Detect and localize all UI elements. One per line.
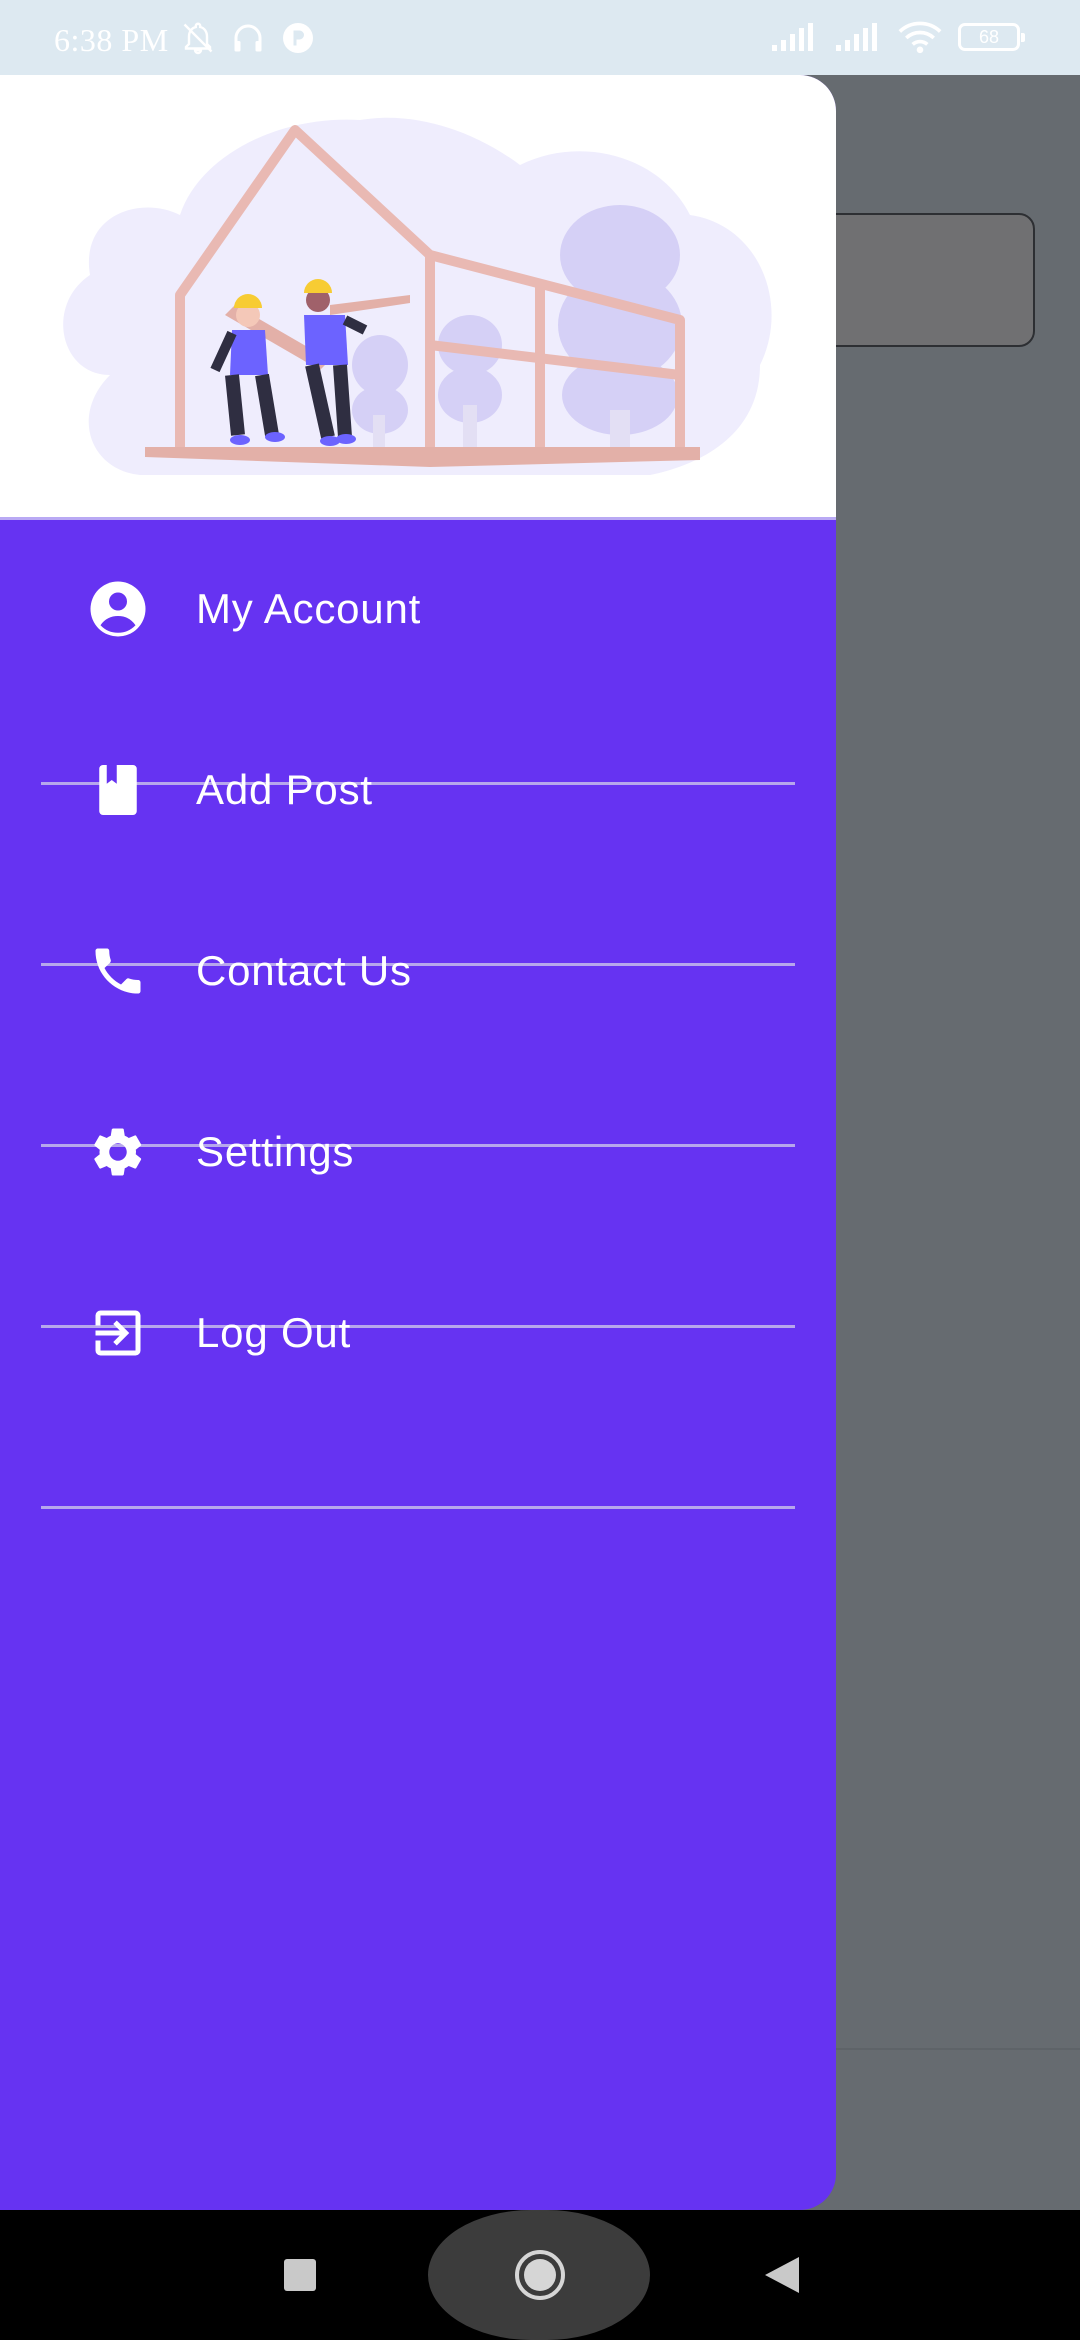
home-icon — [515, 2250, 565, 2300]
wifi-icon — [898, 21, 942, 54]
drawer-header — [0, 75, 836, 520]
drawer-item-log-out[interactable]: Log Out — [0, 1244, 836, 1422]
construction-illustration — [63, 117, 772, 475]
back-icon — [765, 2257, 799, 2293]
drawer-item-label: My Account — [196, 585, 422, 632]
status-time: 6:38 PM — [54, 22, 169, 58]
signal-icon — [772, 23, 813, 51]
navigation-drawer: My Account Add Post Contact Us Settings … — [0, 75, 836, 2210]
menu-divider — [41, 1506, 795, 1509]
book-icon — [88, 760, 148, 820]
account-circle-icon — [88, 579, 148, 639]
drawer-item-label: Log Out — [196, 1309, 352, 1356]
status-bar: 6:38 PM 68 — [0, 0, 1080, 75]
status-right-icons: 68 — [770, 20, 1025, 54]
drawer-item-settings[interactable]: Settings — [0, 1063, 836, 1241]
status-left-icons — [180, 20, 316, 56]
signal-icon — [836, 23, 877, 51]
app-notification-icon — [283, 23, 313, 53]
back-button[interactable] — [752, 2245, 812, 2305]
notifications-off-icon — [183, 22, 213, 55]
headphones-icon — [234, 24, 262, 52]
battery-level: 68 — [978, 26, 1000, 47]
recents-icon — [284, 2259, 316, 2291]
drawer-item-my-account[interactable]: My Account — [0, 520, 836, 698]
drawer-item-label: Contact Us — [196, 947, 412, 994]
drawer-item-add-post[interactable]: Add Post — [0, 701, 836, 879]
drawer-item-contact-us[interactable]: Contact Us — [0, 882, 836, 1060]
logout-icon — [88, 1303, 148, 1363]
background-divider — [836, 2048, 1080, 2050]
home-button[interactable] — [505, 2243, 575, 2307]
battery-icon: 68 — [958, 23, 1025, 51]
phone-icon — [88, 941, 148, 1001]
gear-icon — [88, 1122, 148, 1182]
system-navigation-bar — [0, 2210, 1080, 2340]
recents-button[interactable] — [270, 2245, 330, 2305]
drawer-item-label: Add Post — [196, 766, 373, 813]
drawer-item-label: Settings — [196, 1128, 355, 1175]
